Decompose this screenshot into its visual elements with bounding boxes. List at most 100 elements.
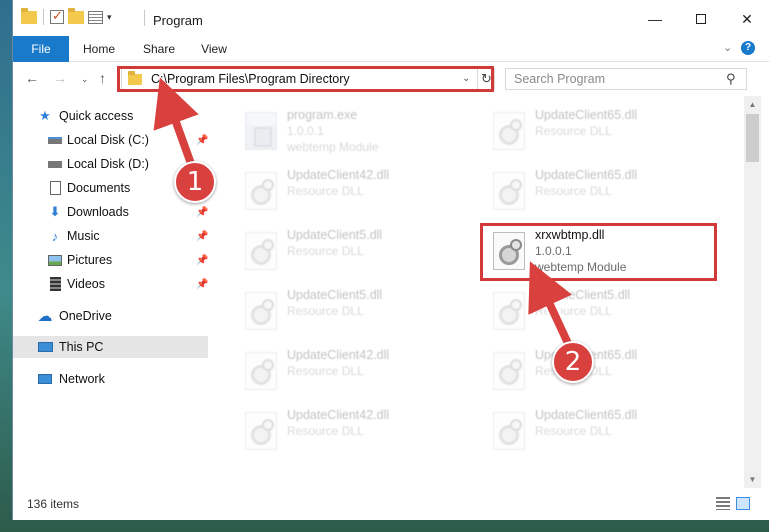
pin-icon[interactable]: 📌: [196, 255, 208, 266]
file-description: Resource DLL: [287, 364, 364, 378]
tab-share[interactable]: Share: [139, 36, 179, 62]
customize-toolbar-chevron-icon[interactable]: ▾: [107, 12, 112, 23]
file-tile[interactable]: UpdateClient42.dll Resource DLL: [233, 402, 473, 458]
file-list: program.exe 1.0.0.1 webtemp Module Updat…: [209, 96, 744, 488]
search-box[interactable]: ⚲: [505, 68, 747, 90]
dll-gear-icon: [245, 352, 277, 390]
folder-icon: [21, 7, 37, 24]
search-icon[interactable]: ⚲: [726, 71, 736, 87]
sidebar-item-label: Documents: [67, 181, 131, 195]
maximize-icon: [696, 14, 706, 24]
file-name: UpdateClient5.dll: [287, 228, 383, 242]
file-description: webtemp Module: [287, 140, 379, 154]
computer-icon: [37, 340, 53, 354]
star-icon: ★: [39, 108, 51, 123]
scroll-up-arrow-icon[interactable]: ▲: [744, 96, 761, 113]
navigation-pane: ★ Quick access Local Disk (C:) 📌 Local D…: [13, 96, 208, 488]
file-highlight-box: [480, 223, 717, 281]
large-icons-view-icon[interactable]: [736, 497, 750, 510]
sidebar-item-label: Local Disk (C:): [67, 133, 149, 147]
sidebar-item-label: Local Disk (D:): [67, 157, 149, 171]
sidebar-item-label: Music: [67, 229, 100, 243]
sidebar-item-label: This PC: [59, 340, 104, 354]
title-bar: ▾ Program — ✕: [13, 0, 769, 36]
title-divider: [144, 10, 145, 26]
file-name: UpdateClient65.dll: [535, 168, 638, 182]
file-name: UpdateClient42.dll: [287, 408, 390, 422]
sidebar-item-label: OneDrive: [59, 309, 112, 323]
help-icon[interactable]: ?: [741, 41, 755, 55]
search-input[interactable]: [506, 69, 721, 89]
sidebar-item-videos[interactable]: Videos 📌: [13, 273, 208, 295]
network-icon: [37, 372, 53, 386]
file-tile[interactable]: program.exe 1.0.0.1 webtemp Module: [233, 102, 473, 158]
file-tile[interactable]: UpdateClient42.dll Resource DLL: [233, 162, 473, 218]
pin-icon[interactable]: 📌: [196, 135, 208, 146]
pictures-icon: [47, 253, 63, 267]
sidebar-item-local-disk-c[interactable]: Local Disk (C:) 📌: [13, 129, 208, 151]
close-button[interactable]: ✕: [724, 6, 769, 32]
recent-locations-chevron-icon[interactable]: ⌄: [81, 74, 89, 85]
file-tile[interactable]: UpdateClient5.dll Resource DLL: [233, 282, 473, 338]
step-2-badge: 2: [552, 341, 594, 383]
details-view-icon[interactable]: [716, 497, 730, 510]
sidebar-item-label: Quick access: [59, 109, 134, 123]
sidebar-item-this-pc[interactable]: This PC: [13, 336, 208, 358]
sidebar-item-pictures[interactable]: Pictures 📌: [13, 249, 208, 271]
file-version: 1.0.0.1: [287, 124, 324, 138]
sidebar-item-network[interactable]: Network: [13, 368, 208, 390]
dll-gear-icon: [245, 172, 277, 210]
back-button[interactable]: ←: [25, 70, 39, 86]
documents-icon: [47, 181, 63, 195]
file-description: Resource DLL: [535, 184, 612, 198]
dll-gear-icon: [493, 352, 525, 390]
file-tile[interactable]: UpdateClient65.dll Resource DLL: [481, 102, 721, 158]
pin-icon[interactable]: 📌: [196, 207, 208, 218]
pin-icon[interactable]: 📌: [196, 279, 208, 290]
sidebar-item-downloads[interactable]: ⬇ Downloads 📌: [13, 201, 209, 223]
maximize-button[interactable]: [678, 6, 724, 32]
file-name: program.exe: [287, 108, 358, 122]
tab-home[interactable]: Home: [79, 36, 119, 62]
scrollbar-thumb[interactable]: [746, 114, 759, 162]
forward-button[interactable]: →: [53, 70, 67, 86]
file-tile[interactable]: UpdateClient65.dll Resource DLL: [481, 342, 721, 398]
sidebar-item-onedrive[interactable]: ☁ OneDrive: [13, 305, 208, 327]
file-description: Resource DLL: [535, 304, 612, 318]
scroll-down-arrow-icon[interactable]: ▼: [744, 471, 761, 488]
ribbon-tabs: File Home Share View ⌄ ?: [13, 36, 769, 62]
sidebar-item-music[interactable]: ♪ Music 📌: [13, 225, 209, 247]
dll-gear-icon: [245, 412, 277, 450]
download-icon: ⬇: [49, 204, 61, 219]
file-tile[interactable]: UpdateClient5.dll Resource DLL: [481, 282, 721, 338]
file-name: UpdateClient5.dll: [287, 288, 383, 302]
dll-gear-icon: [493, 292, 525, 330]
sidebar-item-label: Network: [59, 372, 105, 386]
properties-icon[interactable]: [88, 10, 103, 24]
file-tile[interactable]: UpdateClient65.dll Resource DLL: [481, 162, 721, 218]
tab-file[interactable]: File: [13, 36, 69, 62]
toolbar-divider: [43, 9, 44, 25]
tab-view[interactable]: View: [196, 36, 232, 62]
sidebar-item-quick-access[interactable]: ★ Quick access: [13, 105, 208, 127]
file-description: Resource DLL: [287, 424, 364, 438]
properties-check-icon[interactable]: [50, 8, 64, 24]
quick-access-toolbar: ▾: [21, 7, 112, 25]
file-description: Resource DLL: [535, 124, 612, 138]
expand-ribbon-chevron-icon[interactable]: ⌄: [723, 41, 732, 54]
videos-icon: [47, 277, 63, 291]
application-icon: [245, 112, 277, 150]
file-tile[interactable]: UpdateClient65.dll Resource DLL: [481, 402, 721, 458]
file-tile[interactable]: UpdateClient5.dll Resource DLL: [233, 222, 473, 278]
file-tile[interactable]: UpdateClient42.dll Resource DLL: [233, 342, 473, 398]
up-one-level-button[interactable]: ↑: [99, 70, 106, 86]
cloud-icon: ☁: [37, 308, 53, 325]
file-description: Resource DLL: [287, 244, 364, 258]
new-folder-icon[interactable]: [68, 7, 84, 24]
vertical-scrollbar[interactable]: ▲ ▼: [744, 96, 761, 488]
minimize-button[interactable]: —: [632, 6, 678, 32]
music-icon: ♪: [51, 228, 59, 244]
pin-icon[interactable]: 📌: [196, 231, 208, 242]
file-name: UpdateClient42.dll: [287, 348, 390, 362]
file-name: UpdateClient65.dll: [535, 408, 638, 422]
